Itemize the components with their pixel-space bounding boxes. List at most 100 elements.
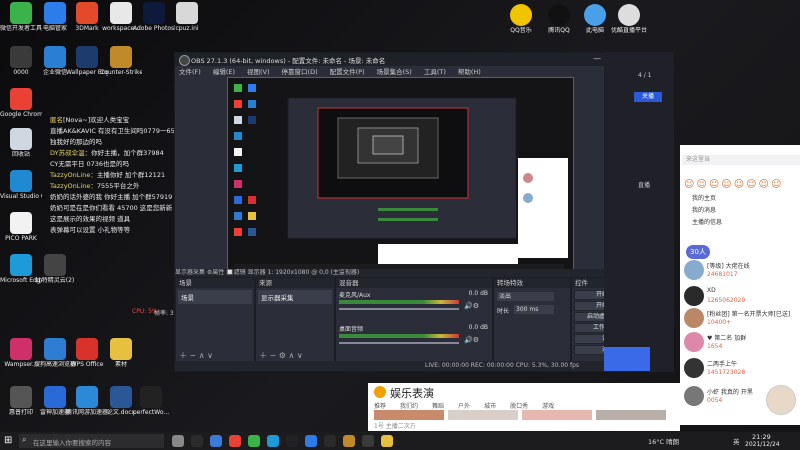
companion-blue-button[interactable] — [604, 347, 650, 371]
source-toolbar-icons[interactable]: ＋ − ⚙ ∧ ∨ — [259, 350, 303, 361]
announcement-input[interactable]: 来这里当 — [682, 155, 800, 165]
live-room-row[interactable]: [等级] 大佬在线 24681017 — [682, 259, 798, 281]
scenes-dock[interactable]: 场景 场景 ＋ − ∧ ∨ — [175, 277, 255, 363]
taskbar-search[interactable]: ⌕ 在这里输入你要搜索的内容 — [19, 434, 164, 448]
streamer-avatar[interactable] — [766, 385, 796, 415]
ent-card-1[interactable] — [374, 410, 444, 420]
desktop-shortcut[interactable]: 素材 — [100, 338, 142, 368]
clock-date[interactable]: 2021/12/24 — [745, 441, 780, 448]
file-explorer-icon[interactable] — [210, 435, 222, 447]
properties-bar[interactable]: 显示器采集 ⚙属性 🔲滤镜 显示器 1: 1920x1080 @ 0,0 (主监… — [175, 269, 641, 277]
obs-menu-item[interactable]: 编辑(E) — [213, 68, 235, 76]
terminal-icon[interactable] — [362, 435, 374, 447]
task-view-icon[interactable] — [172, 435, 184, 447]
transitions-header: 转场特效 — [494, 278, 570, 288]
transitions-dock[interactable]: 转场特效 淡出 时长 300 ms — [493, 277, 571, 363]
chat-message: CY无需平日 0736也是的吗 — [50, 158, 129, 168]
avatar[interactable] — [684, 260, 704, 280]
live-room-row[interactable]: ♥ 第二名 加群 1654 — [682, 331, 798, 353]
obs-icon[interactable] — [324, 435, 336, 447]
desktop-shortcut[interactable]: Counter-Strike Global Off... — [100, 46, 142, 76]
danmaku-chat-overlay: 匿名[Nova~]欢迎人类宝宝 直播AK&KAVIC 有没有卫生间吗0779一65… — [0, 112, 183, 242]
ent-tab[interactable]: 城市 — [484, 403, 496, 410]
steam-icon[interactable] — [286, 435, 298, 447]
obs-menu-item[interactable]: 文件(F) — [179, 68, 201, 76]
scene-item[interactable]: 场景 — [178, 290, 252, 304]
desktop-shortcut-label: perfectWo... — [132, 409, 170, 416]
duration-input[interactable]: 300 ms — [514, 305, 554, 314]
ent-tab[interactable]: 户外 — [458, 403, 470, 410]
start-windows-icon[interactable]: ⊞ — [4, 435, 12, 447]
taskbar[interactable]: ⊞ ⌕ 在这里输入你要搜索的内容 16°C 晴朗 英 21:29 2021/12… — [0, 432, 800, 450]
volume-slider[interactable] — [339, 308, 459, 310]
live-room-panel[interactable]: 来这里当 ☺☺☺☺☺☺☺☺ 我的主页 我的消息 主播的信息 [等级] 大佬在线 2468… — [680, 145, 800, 425]
obs-window[interactable]: OBS 27.1.3 (64-bit, windows) - 配置文件: 未命名… — [174, 52, 643, 372]
ent-card-3[interactable] — [522, 410, 592, 420]
avatar[interactable] — [684, 308, 704, 328]
ent-tab[interactable]: 舞蹈 — [432, 403, 444, 410]
obs-preview[interactable] — [227, 77, 574, 275]
volume-slider[interactable] — [339, 342, 459, 344]
obs-menu-item[interactable]: 工具(T) — [424, 68, 446, 76]
desktop-shortcut[interactable]: perfectWo... — [130, 386, 172, 416]
end-live-button[interactable]: 关播 — [634, 92, 662, 102]
mixer-track[interactable]: 桌面音频 0.0 dB 🔊⚙ — [336, 322, 492, 356]
scene-toolbar-icons[interactable]: ＋ − ∧ ∨ — [179, 350, 213, 361]
ent-tab[interactable]: 游戏 — [542, 403, 554, 410]
ent-card-4[interactable] — [596, 410, 666, 420]
avatar[interactable] — [684, 332, 704, 352]
obs-menu-item[interactable]: 场景集合(S) — [377, 68, 412, 76]
live-room-row[interactable]: 二两手上午 1451723028 — [682, 357, 798, 379]
widgets-icon[interactable] — [191, 435, 203, 447]
desktop-shortcut[interactable]: 优酷直播平台 — [608, 4, 650, 34]
vscode-icon[interactable] — [305, 435, 317, 447]
status-text: LIVE: 00:00:00 REC: 00:00:00 CPU: 5.3%, … — [425, 362, 580, 369]
obs-menu-item[interactable]: 停靠窗口(D) — [282, 68, 318, 76]
desktop-shortcut[interactable]: cpuz.ini — [166, 2, 208, 32]
avatar[interactable] — [684, 386, 704, 406]
clock-time[interactable]: 21:29 — [752, 433, 771, 441]
chrome-icon[interactable] — [229, 435, 241, 447]
speaker-icon[interactable]: 🔊⚙ — [464, 302, 479, 310]
obs-menu-item[interactable]: 配置文件(P) — [330, 68, 365, 76]
wechat-icon[interactable] — [248, 435, 260, 447]
speaker-icon[interactable]: 🔊⚙ — [464, 336, 479, 344]
mixer-track[interactable]: 麦克风/Aux 0.0 dB 🔊⚙ — [336, 288, 492, 322]
obs-titlebar[interactable]: OBS 27.1.3 (64-bit, windows) - 配置文件: 未命名… — [175, 53, 641, 66]
live-companion-window[interactable]: 4 / 1 关播 直播 — [604, 52, 674, 372]
minimize-icon[interactable]: — — [593, 54, 601, 63]
weather-widget[interactable]: 16°C 晴朗 — [648, 436, 679, 446]
row-title: XD — [707, 287, 716, 294]
ent-tab[interactable]: 脱口秀 — [510, 403, 528, 410]
live-room-row[interactable]: [粉丝团] 第一名开票大师[已送] 10400+ — [682, 307, 798, 329]
csgo-icon[interactable] — [343, 435, 355, 447]
edge-icon[interactable] — [267, 435, 279, 447]
row-note: 1265062020 — [707, 297, 746, 304]
desktop-shortcut-label: 优酷直播平台 — [610, 27, 647, 34]
ent-tab[interactable]: 我们约 — [400, 403, 418, 410]
live-room-row[interactable]: 主播的信息 — [682, 217, 798, 239]
obs-statusbar: LIVE: 00:00:00 REC: 00:00:00 CPU: 5.3%, … — [175, 361, 641, 371]
avatar[interactable] — [684, 286, 704, 306]
transition-select[interactable]: 淡出 — [497, 292, 554, 301]
obs-menubar[interactable]: 文件(F) 编辑(E) 视图(V) 停靠窗口(D) 配置文件(P) 场景集合(S) 工具(T… — [175, 66, 641, 77]
row-note: 1451723028 — [707, 369, 746, 376]
desktop-shortcut[interactable]: QQ音乐 — [500, 4, 542, 34]
perfectworld-icon — [140, 386, 162, 408]
emoji-row[interactable]: ☺☺☺☺☺☺☺☺ — [684, 179, 783, 190]
ime-indicator[interactable]: 英 — [733, 436, 740, 446]
mixer-dock[interactable]: 混音器 麦克风/Aux 0.0 dB 🔊⚙ 桌面音频 0.0 dB 🔊⚙ — [335, 277, 493, 363]
chat-text: 奶奶的话外婆的我 你好主播 加个群57919 — [50, 193, 173, 201]
ent-tab[interactable]: 推荐 — [374, 403, 386, 410]
sources-dock[interactable]: 来源 显示器采集 ＋ − ⚙ ∧ ∨ — [255, 277, 335, 363]
obs-menu-item[interactable]: 视图(V) — [247, 68, 270, 76]
wallpaper-engine-icon — [76, 46, 98, 68]
live-room-row[interactable]: XD 1265062020 — [682, 285, 798, 307]
source-item[interactable]: 显示器采集 — [258, 290, 332, 304]
folder-icon[interactable] — [381, 435, 393, 447]
ent-card-2[interactable] — [448, 410, 518, 420]
entertainment-panel[interactable]: 娱乐表演 推荐 我们约 舞蹈 户外 城市 脱口秀 游戏 1号 主播二次方 — [368, 383, 680, 431]
desktop-shortcut[interactable]: 比特精灵云(2) — [34, 254, 76, 284]
avatar[interactable] — [684, 358, 704, 378]
obs-menu-item[interactable]: 帮助(H) — [458, 68, 481, 76]
